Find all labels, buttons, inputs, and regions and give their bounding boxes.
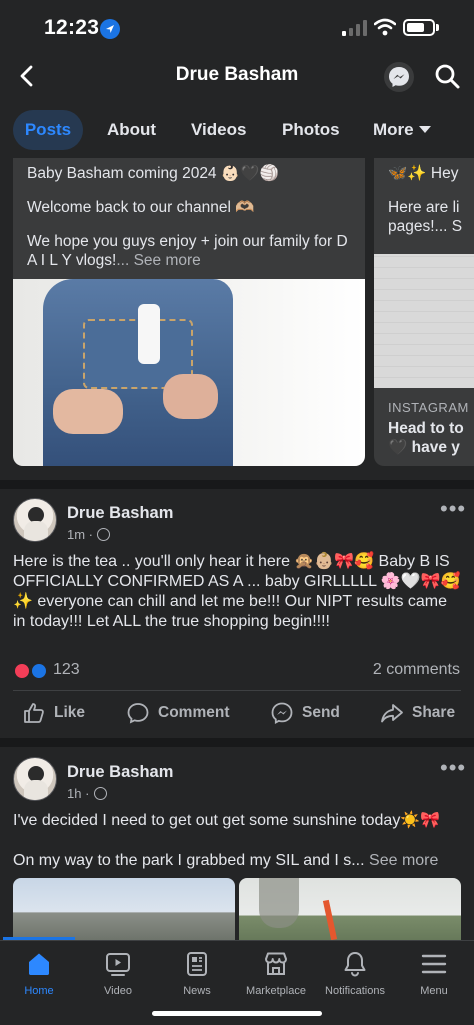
post-author[interactable]: Drue Basham (67, 504, 173, 523)
link-title: 🖤 have y (388, 439, 460, 456)
featured-text-line: Here are li pages!... S (388, 199, 463, 235)
avatar[interactable] (13, 757, 57, 801)
divider (13, 690, 461, 691)
home-icon (29, 953, 49, 975)
share-button[interactable]: Share (380, 700, 455, 726)
tab-photos[interactable]: Photos (282, 110, 340, 150)
wifi-icon (374, 18, 396, 36)
status-time: 12:23 (44, 16, 100, 39)
love-reaction-icon[interactable] (13, 662, 31, 680)
search-icon[interactable] (433, 62, 461, 90)
nav-menu[interactable]: Menu (387, 950, 474, 997)
tab-posts[interactable]: Posts (13, 110, 83, 150)
caret-down-icon[interactable] (419, 126, 431, 133)
like-reaction-icon[interactable] (30, 662, 48, 680)
share-icon (381, 704, 403, 723)
featured-photo[interactable] (13, 279, 365, 466)
bell-icon (344, 952, 366, 977)
send-button[interactable]: Send (270, 700, 340, 726)
comment-icon (127, 703, 149, 724)
like-button[interactable]: Like (22, 700, 85, 726)
photo-tree (259, 878, 299, 928)
section-divider (0, 480, 474, 489)
link-source: INSTAGRAM (388, 400, 469, 415)
menu-icon (421, 954, 447, 974)
post-photo[interactable] (13, 878, 235, 940)
post-photo[interactable] (239, 878, 461, 940)
featured-text-line: 🦋✨ Hey (388, 165, 459, 182)
post-timestamp[interactable]: 1m · (67, 527, 93, 542)
avatar[interactable] (13, 498, 57, 542)
cellular-signal-icon (342, 20, 367, 36)
post-photo-grid (13, 878, 461, 940)
battery-tip (436, 24, 439, 31)
marketplace-icon (265, 952, 287, 975)
photo-pole (322, 899, 338, 940)
tab-videos[interactable]: Videos (191, 110, 246, 150)
photo-hand (53, 389, 123, 434)
featured-text-line: We hope you guys enjoy + join our family… (27, 232, 357, 270)
section-divider (0, 738, 474, 747)
photo-test-tube (138, 304, 160, 364)
featured-photo[interactable] (374, 254, 474, 388)
featured-card[interactable]: Baby Basham coming 2024 👶🏻🖤🏐 Welcome bac… (13, 158, 365, 466)
nav-label: Menu (420, 985, 448, 997)
see-more-link[interactable]: See more (365, 852, 438, 869)
featured-text-line: Welcome back to our channel 🫶🏼 (27, 199, 255, 216)
like-label: Like (54, 704, 86, 721)
location-icon (100, 19, 120, 39)
comment-label: Comment (158, 704, 230, 721)
send-label: Send (302, 704, 340, 721)
featured-text-line: Baby Basham coming 2024 👶🏻🖤🏐 (27, 165, 279, 182)
post-text: On my way to the park I grabbed my SIL a… (13, 852, 365, 869)
battery-icon (403, 19, 435, 36)
messenger-icon[interactable] (384, 62, 414, 92)
reaction-count[interactable]: 123 (53, 661, 80, 679)
news-icon (187, 952, 207, 976)
featured-card[interactable]: 🦋✨ Hey Here are li pages!... S INSTAGRAM… (374, 158, 474, 466)
post-text-line: I've decided I need to get out get some … (13, 812, 441, 829)
post-author[interactable]: Drue Basham (67, 763, 173, 782)
post-timestamp[interactable]: 1h · (67, 786, 89, 801)
comment-count[interactable]: 2 comments (373, 661, 460, 679)
post-text: Here is the tea .. you'll only hear it h… (13, 553, 461, 630)
globe-icon (94, 787, 107, 800)
share-label: Share (412, 704, 456, 721)
comment-button[interactable]: Comment (126, 700, 229, 726)
more-options-icon[interactable]: ••• (440, 496, 466, 522)
messenger-send-icon (271, 702, 293, 725)
photo-hand (163, 374, 218, 419)
see-more-link[interactable]: ... See more (116, 252, 200, 269)
video-icon (106, 953, 130, 976)
home-indicator[interactable] (152, 1011, 322, 1016)
thumbs-up-icon (24, 703, 44, 723)
globe-icon (97, 528, 110, 541)
more-options-icon[interactable]: ••• (440, 755, 466, 781)
tab-more[interactable]: More (373, 110, 414, 150)
tab-about[interactable]: About (107, 110, 156, 150)
post-text-line: On my way to the park I grabbed my SIL a… (13, 851, 461, 871)
link-title: Head to to (388, 420, 464, 437)
